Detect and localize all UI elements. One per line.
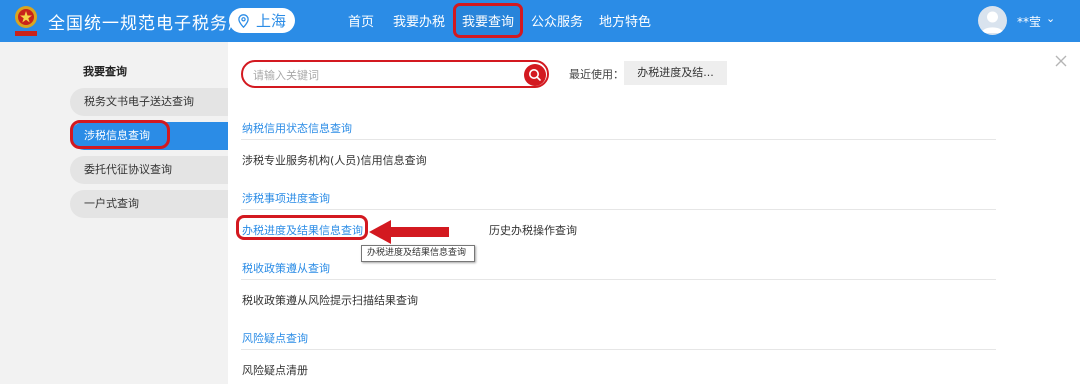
chevron-down-icon[interactable]: ⌄ [1046, 12, 1055, 25]
nav-query[interactable]: 我要查询 [462, 11, 514, 30]
user-name[interactable]: **莹 [1017, 13, 1041, 30]
location-pin-icon [238, 13, 249, 28]
divider [241, 349, 996, 350]
sidebar-item-entrusted-collection[interactable]: 委托代征协议查询 [70, 156, 228, 184]
link-history-operation[interactable]: 历史办税操作查询 [489, 222, 577, 238]
sidebar-item-one-stop[interactable]: 一户式查询 [70, 190, 228, 218]
section-title-progress: 涉税事项进度查询 [242, 192, 330, 205]
tooltip: 办税进度及结果信息查询 [361, 245, 475, 262]
top-bar: 全国统一规范电子税务局 上海 首页 我要办税 我要查询 公众服务 地方特色 **… [0, 0, 1080, 42]
user-avatar-icon[interactable] [978, 6, 1007, 35]
link-risk-doubt-list[interactable]: 风险疑点清册 [242, 362, 308, 378]
search-icon [529, 69, 541, 81]
link-risk-scan-result[interactable]: 税收政策遵从风险提示扫描结果查询 [242, 292, 418, 308]
nav-public-service[interactable]: 公众服务 [531, 11, 583, 30]
nav-home[interactable]: 首页 [348, 11, 374, 30]
divider [241, 139, 996, 140]
nav-local-features[interactable]: 地方特色 [599, 11, 651, 30]
region-label: 上海 [256, 12, 287, 30]
tax-emblem-icon[interactable] [11, 4, 41, 38]
sidebar-heading: 我要查询 [83, 65, 127, 78]
link-highlight-box [236, 215, 368, 240]
search-input[interactable] [253, 66, 513, 84]
divider [241, 279, 996, 280]
section-title-risk-doubt: 风险疑点查询 [242, 332, 308, 345]
search-button[interactable] [524, 64, 546, 86]
divider [241, 209, 996, 210]
nav-tax-handling[interactable]: 我要办税 [393, 11, 445, 30]
recent-label: 最近使用： [569, 68, 624, 81]
close-icon[interactable] [1053, 53, 1069, 69]
sidebar-item-document-delivery[interactable]: 税务文书电子送达查询 [70, 88, 228, 116]
recent-item-button[interactable]: 办税进度及结... [624, 61, 727, 85]
section-title-credit-status: 纳税信用状态信息查询 [242, 122, 352, 135]
section-title-policy-compliance: 税收政策遵从查询 [242, 262, 330, 275]
search-box [241, 60, 549, 88]
link-agency-credit-info[interactable]: 涉税专业服务机构(人员)信用信息查询 [242, 152, 427, 168]
region-selector[interactable]: 上海 [229, 8, 295, 33]
sidebar-highlight-box [70, 120, 170, 149]
red-arrow-icon [369, 220, 449, 244]
site-title[interactable]: 全国统一规范电子税务局 [48, 9, 246, 34]
